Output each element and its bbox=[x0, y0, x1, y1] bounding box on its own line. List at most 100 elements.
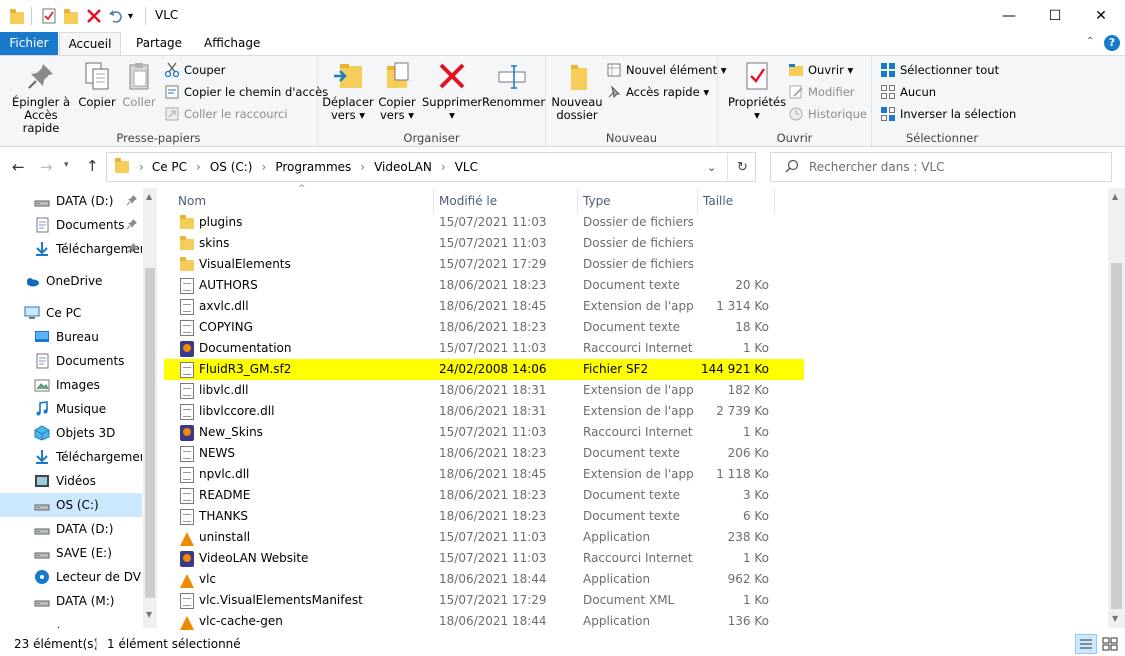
nav-item-musique[interactable]: Musique bbox=[0, 397, 142, 421]
minimize-button[interactable]: — bbox=[986, 0, 1032, 32]
table-row[interactable]: New_Skins 15/07/2021 11:03 Raccourci Inter… bbox=[164, 422, 804, 443]
nav-item-videos[interactable]: Vidéos bbox=[0, 469, 142, 493]
properties-button[interactable]: Propriétés ▾ bbox=[724, 60, 790, 122]
table-row[interactable]: plugins 15/07/2021 11:03 Dossier de fichie… bbox=[164, 212, 804, 233]
nav-item-documents[interactable]: Documents bbox=[0, 349, 142, 373]
nav-item-telechargements[interactable]: Téléchargements bbox=[0, 237, 142, 261]
customize-toolbar-icon[interactable]: ▾ bbox=[128, 7, 133, 25]
large-icons-view-icon[interactable] bbox=[1100, 635, 1120, 653]
properties-icon[interactable] bbox=[41, 7, 57, 25]
column-header-name[interactable]: Nom bbox=[178, 188, 206, 214]
table-row[interactable]: FluidR3_GM.sf2 24/02/2008 14:06 Fichier SF… bbox=[164, 359, 804, 380]
address-bar[interactable]: › Ce PC › OS (C:) › Programmes › VideoLA… bbox=[106, 152, 756, 182]
copy-to-button[interactable]: Copier vers ▾ bbox=[374, 60, 420, 122]
address-dropdown-icon[interactable]: ⌄ bbox=[707, 161, 716, 174]
file-list-scrollbar[interactable]: ▲ ▼ bbox=[1108, 188, 1125, 628]
forward-arrow-icon[interactable]: → bbox=[40, 158, 53, 176]
new-folder-button[interactable]: Nouveau dossier bbox=[550, 60, 604, 122]
nav-item-data-d[interactable]: DATA (D:) bbox=[0, 189, 142, 213]
delete-icon[interactable] bbox=[86, 7, 102, 25]
search-box[interactable]: Rechercher dans : VLC bbox=[770, 152, 1112, 182]
nav-item-reseau[interactable]: Réseau bbox=[0, 621, 142, 628]
table-row[interactable]: uninstall 15/07/2021 11:03 Application 238 … bbox=[164, 527, 804, 548]
nav-item-lecteur-de-dvd[interactable]: Lecteur de DVD ( bbox=[0, 565, 142, 589]
nav-item-onedrive[interactable]: OneDrive bbox=[0, 269, 142, 293]
tab-fichier[interactable]: Fichier bbox=[0, 32, 58, 56]
table-row[interactable]: COPYING 18/06/2021 18:23 Document texte 18 … bbox=[164, 317, 804, 338]
cloud-icon bbox=[24, 273, 40, 289]
table-row[interactable]: axvlc.dll 18/06/2021 18:45 Extension de l'… bbox=[164, 296, 804, 317]
table-row[interactable]: Documentation 15/07/2021 11:03 Raccourci I… bbox=[164, 338, 804, 359]
delete-button[interactable]: Supprimer ▾ bbox=[422, 60, 482, 122]
rename-button[interactable]: Renommer bbox=[482, 60, 545, 109]
copy-button[interactable]: Copier bbox=[76, 60, 118, 109]
table-row[interactable]: VideoLAN Website 15/07/2021 11:03 Raccourc… bbox=[164, 548, 804, 569]
new-item-button[interactable]: Nouvel élément ▾ bbox=[606, 60, 727, 80]
crumb-videolan[interactable]: VideoLAN bbox=[374, 160, 432, 174]
crumb-vlc[interactable]: VLC bbox=[455, 160, 478, 174]
table-row[interactable]: README 18/06/2021 18:23 Document texte 3 Ko bbox=[164, 485, 804, 506]
recent-locations-icon[interactable]: ▾ bbox=[64, 160, 69, 170]
tab-accueil[interactable]: Accueil bbox=[59, 32, 121, 56]
refresh-icon[interactable]: ↻ bbox=[737, 160, 748, 175]
nav-item-data-d[interactable]: DATA (D:) bbox=[0, 517, 142, 541]
nav-item-data-m[interactable]: DATA (M:) bbox=[0, 589, 142, 613]
pin-quick-access-button[interactable]: Épingler à Accès rapide bbox=[6, 60, 76, 135]
select-all-button[interactable]: Sélectionner tout bbox=[880, 60, 999, 80]
undo-icon[interactable] bbox=[108, 7, 124, 25]
column-header-type[interactable]: Type bbox=[583, 188, 611, 214]
column-header-modified[interactable]: Modifié le bbox=[439, 188, 497, 214]
nav-item-objets-3d[interactable]: Objets 3D bbox=[0, 421, 142, 445]
table-row[interactable]: libvlccore.dll 18/06/2021 18:31 Extension … bbox=[164, 401, 804, 422]
edit-button[interactable]: Modifier bbox=[788, 82, 855, 102]
details-view-icon[interactable] bbox=[1075, 634, 1097, 654]
table-row[interactable]: skins 15/07/2021 11:03 Dossier de fichiers bbox=[164, 233, 804, 254]
crumb-ce-pc[interactable]: Ce PC bbox=[152, 160, 187, 174]
up-arrow-icon[interactable]: ↑ bbox=[86, 157, 99, 175]
file-name: axvlc.dll bbox=[199, 299, 249, 313]
tab-partage[interactable]: Partage bbox=[124, 32, 194, 56]
file-icon bbox=[180, 299, 194, 315]
table-row[interactable]: vlc.VisualElementsManifest 15/07/2021 17:… bbox=[164, 590, 804, 611]
file-type: Extension de l'app... bbox=[583, 299, 693, 313]
copy-path-button[interactable]: Copier le chemin d'accès bbox=[164, 82, 328, 102]
maximize-button[interactable]: ☐ bbox=[1032, 0, 1078, 32]
open-button[interactable]: Ouvrir ▾ bbox=[788, 60, 853, 80]
table-row[interactable]: npvlc.dll 18/06/2021 18:45 Extension de l'… bbox=[164, 464, 804, 485]
file-list-scrollbar-thumb[interactable] bbox=[1111, 263, 1122, 609]
help-icon[interactable]: ? bbox=[1104, 35, 1120, 51]
table-row[interactable]: THANKS 18/06/2021 18:23 Document texte 6 Ko bbox=[164, 506, 804, 527]
history-button[interactable]: Historique bbox=[788, 104, 867, 124]
nav-item-ce-pc[interactable]: Ce PC bbox=[0, 301, 142, 325]
table-row[interactable]: libvlc.dll 18/06/2021 18:31 Extension de l… bbox=[164, 380, 804, 401]
select-none-button[interactable]: Aucun bbox=[880, 82, 936, 102]
tab-affichage[interactable]: Affichage bbox=[192, 32, 272, 56]
collapse-ribbon-icon[interactable]: ⌃ bbox=[1086, 36, 1094, 47]
table-row[interactable]: AUTHORS 18/06/2021 18:23 Document texte 20 … bbox=[164, 275, 804, 296]
cut-button[interactable]: Couper bbox=[164, 60, 225, 80]
nav-item-bureau[interactable]: Bureau bbox=[0, 325, 142, 349]
invert-selection-button[interactable]: Inverser la sélection bbox=[880, 104, 1016, 124]
nav-item-images[interactable]: Images bbox=[0, 373, 142, 397]
table-row[interactable]: VisualElements 15/07/2021 17:29 Dossier de… bbox=[164, 254, 804, 275]
move-to-button[interactable]: Déplacer vers ▾ bbox=[322, 60, 374, 122]
table-row[interactable]: vlc-cache-gen 18/06/2021 18:44 Application… bbox=[164, 611, 804, 632]
crumb-os-c[interactable]: OS (C:) bbox=[210, 160, 253, 174]
back-arrow-icon[interactable]: ← bbox=[12, 158, 25, 176]
nav-scrollbar-thumb[interactable] bbox=[145, 268, 155, 598]
table-row[interactable]: NEWS 18/06/2021 18:23 Document texte 206 Ko bbox=[164, 443, 804, 464]
paste-shortcut-button[interactable]: Coller le raccourci bbox=[164, 104, 288, 124]
column-header-size[interactable]: Taille bbox=[703, 188, 733, 214]
table-row[interactable]: vlc 18/06/2021 18:44 Application 962 Ko bbox=[164, 569, 804, 590]
close-button[interactable]: ✕ bbox=[1078, 0, 1124, 32]
nav-scrollbar[interactable]: ▲ ▼ bbox=[143, 188, 157, 628]
quick-access-button[interactable]: Accès rapide ▾ bbox=[606, 82, 709, 102]
new-folder-icon[interactable] bbox=[64, 7, 78, 25]
nav-item-os-c[interactable]: OS (C:) bbox=[0, 493, 142, 517]
paste-button[interactable]: Coller bbox=[118, 60, 160, 109]
internet-shortcut-icon bbox=[180, 425, 194, 441]
crumb-programmes[interactable]: Programmes bbox=[275, 160, 351, 174]
nav-item-save-e[interactable]: SAVE (E:) bbox=[0, 541, 142, 565]
nav-item-telechargements[interactable]: Téléchargements bbox=[0, 445, 142, 469]
nav-item-documents[interactable]: Documents bbox=[0, 213, 142, 237]
